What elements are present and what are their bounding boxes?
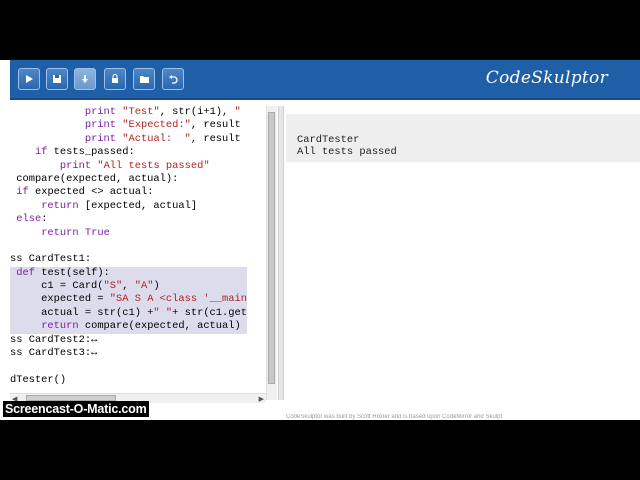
code-line[interactable]: return True bbox=[10, 227, 247, 240]
code-line[interactable] bbox=[10, 240, 247, 253]
code-line[interactable]: if expected <> actual: bbox=[10, 186, 247, 199]
code-line[interactable]: ss CardTest2:↔ bbox=[10, 334, 247, 347]
code-line[interactable]: if tests_passed: bbox=[10, 146, 247, 159]
output-line: CardTester bbox=[297, 134, 360, 146]
undo-button[interactable] bbox=[162, 68, 184, 90]
lock-icon bbox=[112, 74, 118, 83]
pane-divider[interactable] bbox=[278, 106, 284, 400]
download-button[interactable] bbox=[74, 68, 96, 90]
code-line[interactable]: ss CardTest3:↔ bbox=[10, 347, 247, 360]
code-line[interactable]: print "Test", str(i+1), " bbox=[10, 106, 247, 119]
app-logo: CodeSkulptor bbox=[485, 68, 608, 88]
editor-vertical-scroll-thumb[interactable] bbox=[268, 112, 275, 384]
open-button[interactable] bbox=[133, 68, 155, 90]
output-text: CardTester All tests passed bbox=[297, 134, 397, 158]
code-line[interactable]: actual = str(c1) +" "+ str(c1.get bbox=[10, 306, 247, 321]
scroll-right-arrow-icon[interactable]: ▶ bbox=[259, 395, 264, 403]
code-line[interactable]: print "Expected:", result bbox=[10, 119, 247, 132]
code-line[interactable]: print "All tests passed" bbox=[10, 160, 247, 173]
code-line[interactable]: else: bbox=[10, 213, 247, 226]
screencast-watermark: Screencast-O-Matic.com bbox=[3, 401, 149, 417]
footer-credits: CodeSkulptor was built by Scott Rixner a… bbox=[286, 414, 503, 420]
play-icon bbox=[26, 75, 33, 83]
code-line[interactable]: c1 = Card("S", "A") bbox=[10, 280, 247, 294]
code-lines: print "Test", str(i+1), " print "Expecte… bbox=[10, 106, 247, 387]
save-button[interactable] bbox=[46, 68, 68, 90]
code-line[interactable]: def test(self): bbox=[10, 266, 247, 281]
toolbar: CodeSkulptor bbox=[10, 60, 640, 100]
code-line[interactable]: print "Actual: ", result bbox=[10, 133, 247, 146]
codeskulptor-window: CodeSkulptor print "Test", str(i+1), " p… bbox=[0, 60, 640, 420]
output-pane: CardTester All tests passed bbox=[286, 106, 640, 400]
folder-icon bbox=[139, 76, 149, 83]
code-line[interactable]: return compare(expected, actual) bbox=[10, 320, 247, 334]
editor-vertical-scrollbar[interactable] bbox=[266, 106, 277, 400]
output-console: CardTester All tests passed bbox=[286, 114, 640, 162]
run-button[interactable] bbox=[18, 68, 40, 90]
code-line[interactable]: return [expected, actual] bbox=[10, 200, 247, 213]
output-line: All tests passed bbox=[297, 146, 397, 158]
code-line[interactable] bbox=[10, 360, 247, 373]
floppy-icon bbox=[53, 75, 61, 83]
code-line[interactable]: dTester() bbox=[10, 374, 247, 387]
undo-icon bbox=[169, 75, 178, 84]
code-editor[interactable]: print "Test", str(i+1), " print "Expecte… bbox=[10, 106, 266, 400]
code-line[interactable]: expected = "SA S A <class '__main bbox=[10, 293, 247, 307]
code-line[interactable]: compare(expected, actual): bbox=[10, 173, 247, 186]
reset-button[interactable] bbox=[104, 68, 126, 90]
download-icon bbox=[82, 75, 88, 83]
code-line[interactable]: ss CardTest1: bbox=[10, 253, 247, 266]
